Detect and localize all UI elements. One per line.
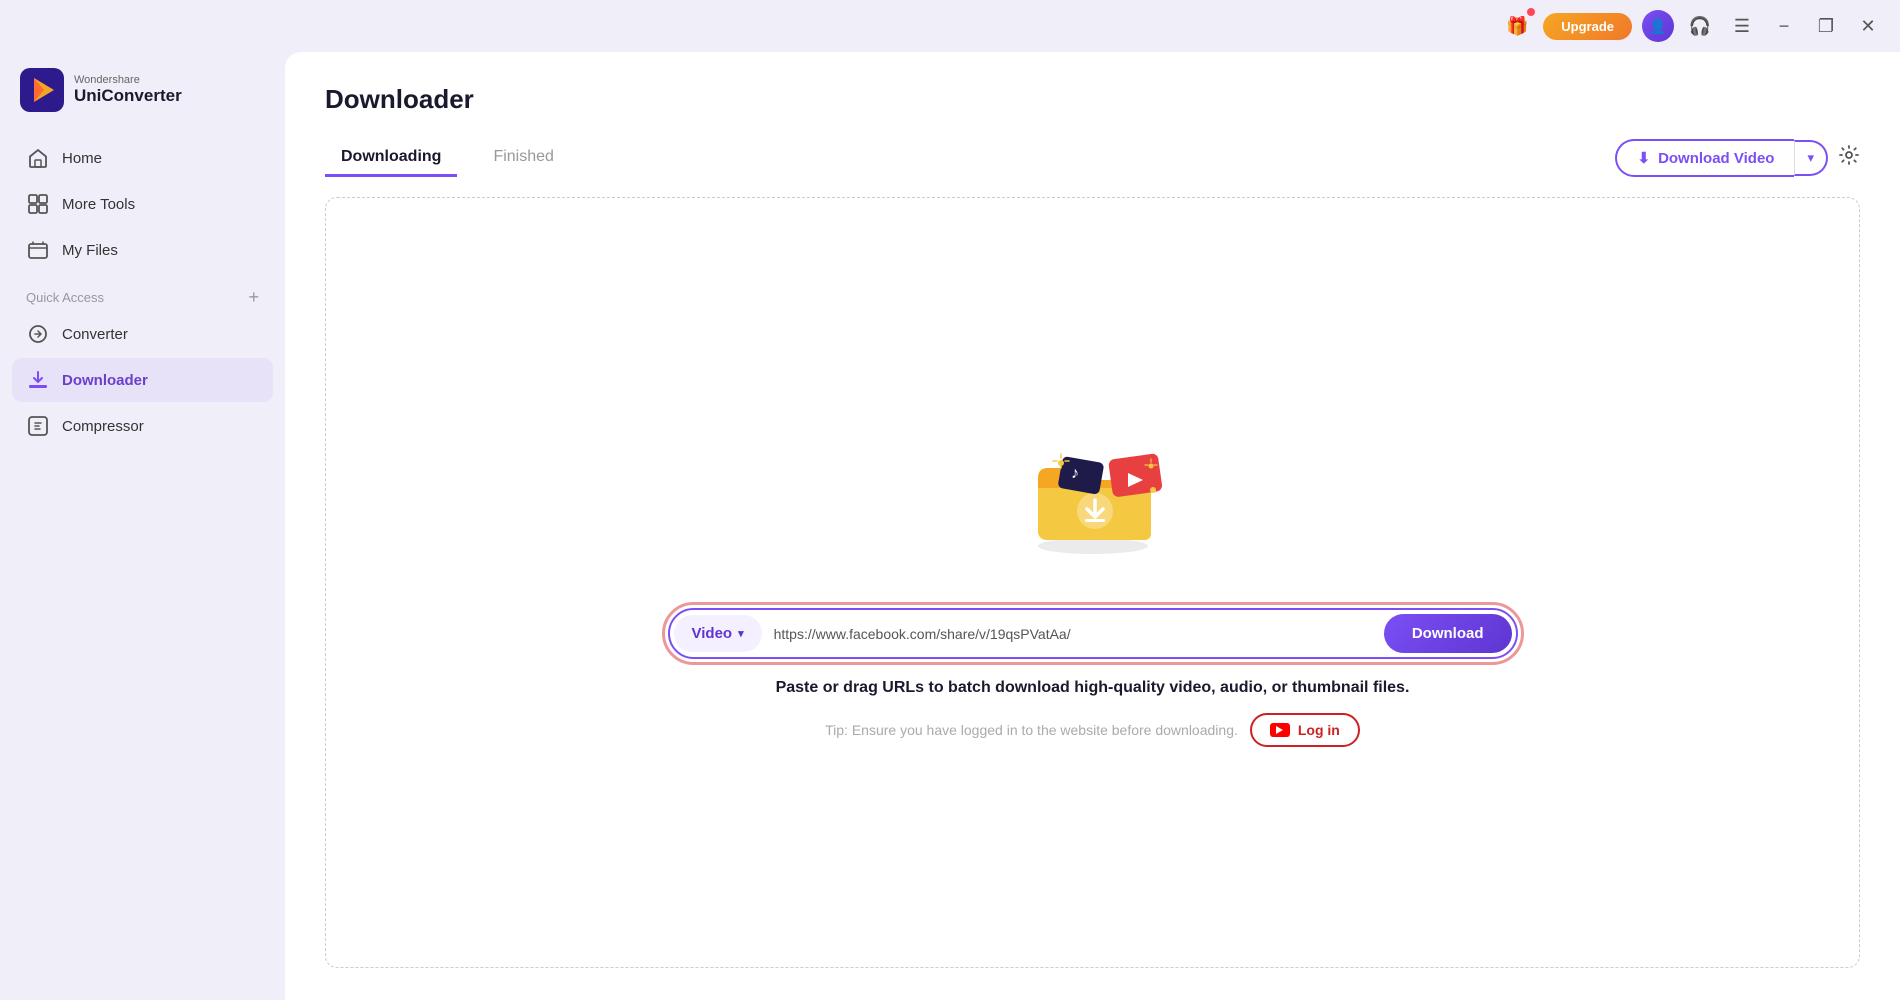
logo-text: Wondershare UniConverter bbox=[74, 74, 182, 106]
video-type-label: Video bbox=[692, 625, 733, 642]
user-avatar[interactable]: 👤 bbox=[1642, 10, 1674, 42]
youtube-play-icon bbox=[1276, 726, 1283, 734]
settings-button[interactable] bbox=[1838, 144, 1860, 172]
content-area: ♪ Video ▾ Download bbox=[325, 197, 1860, 968]
quick-access-items: Converter Downloader Com bbox=[0, 312, 285, 448]
tab-finished[interactable]: Finished bbox=[477, 140, 569, 177]
tab-downloading[interactable]: Downloading bbox=[325, 140, 457, 177]
title-bar: 🎁 Upgrade 👤 🎧 ☰ − ❐ ✕ bbox=[0, 0, 1900, 52]
gift-icon-wrap: 🎁 bbox=[1501, 10, 1533, 42]
menu-button[interactable]: ☰ bbox=[1726, 10, 1758, 42]
sidebar-item-home[interactable]: Home bbox=[12, 136, 273, 180]
main-content: Downloader Downloading Finished ⬇ Downlo… bbox=[285, 52, 1900, 1000]
compressor-icon bbox=[26, 414, 50, 438]
minimize-button[interactable]: − bbox=[1768, 10, 1800, 42]
logo-area: Wondershare UniConverter bbox=[0, 52, 285, 136]
download-button[interactable]: Download bbox=[1384, 614, 1512, 653]
illustration: ♪ bbox=[1013, 418, 1173, 578]
sidebar-item-more-tools[interactable]: More Tools bbox=[12, 182, 273, 226]
home-icon bbox=[26, 146, 50, 170]
my-files-label: My Files bbox=[62, 242, 118, 259]
download-video-btn-wrap: ⬇ Download Video ▾ bbox=[1615, 139, 1860, 177]
url-input-container: Video ▾ Download bbox=[668, 608, 1518, 659]
sidebar-item-converter[interactable]: Converter bbox=[12, 312, 273, 356]
converter-icon bbox=[26, 322, 50, 346]
tip-row: Tip: Ensure you have logged in to the we… bbox=[825, 713, 1360, 747]
youtube-icon bbox=[1270, 723, 1290, 737]
close-button[interactable]: ✕ bbox=[1852, 10, 1884, 42]
download-video-button[interactable]: ⬇ Download Video bbox=[1615, 139, 1794, 177]
downloader-icon bbox=[26, 368, 50, 392]
download-video-chevron-button[interactable]: ▾ bbox=[1794, 140, 1828, 176]
app-body: Wondershare UniConverter Home bbox=[0, 52, 1900, 1000]
quick-access-add-button[interactable]: + bbox=[248, 288, 259, 306]
app-logo-icon bbox=[20, 68, 64, 112]
upgrade-button[interactable]: Upgrade bbox=[1543, 13, 1632, 40]
logo-name: UniConverter bbox=[74, 86, 182, 106]
login-button[interactable]: Log in bbox=[1250, 713, 1360, 747]
nav-items: Home More Tools bbox=[0, 136, 285, 272]
more-tools-label: More Tools bbox=[62, 196, 135, 213]
sidebar-item-compressor[interactable]: Compressor bbox=[12, 404, 273, 448]
sidebar-item-downloader[interactable]: Downloader bbox=[12, 358, 273, 402]
gift-notification-dot bbox=[1527, 8, 1535, 16]
url-input[interactable] bbox=[766, 616, 1380, 652]
my-files-icon bbox=[26, 238, 50, 262]
tabs-row: Downloading Finished ⬇ Download Video ▾ bbox=[325, 139, 1860, 177]
svg-text:♪: ♪ bbox=[1071, 465, 1079, 482]
support-button[interactable]: 🎧 bbox=[1684, 10, 1716, 42]
more-tools-icon bbox=[26, 192, 50, 216]
quick-access-title: Quick Access bbox=[26, 290, 104, 305]
logo-brand: Wondershare bbox=[74, 74, 182, 86]
sidebar-item-my-files[interactable]: My Files bbox=[12, 228, 273, 272]
login-label: Log in bbox=[1298, 722, 1340, 738]
download-icon: ⬇ bbox=[1637, 149, 1650, 167]
illustration-svg: ♪ bbox=[1013, 418, 1173, 558]
title-bar-actions: 🎁 Upgrade 👤 🎧 ☰ − ❐ ✕ bbox=[1501, 10, 1884, 42]
tip-text: Tip: Ensure you have logged in to the we… bbox=[825, 722, 1238, 738]
paste-instructions: Paste or drag URLs to batch download hig… bbox=[776, 679, 1410, 697]
quick-access-header: Quick Access + bbox=[0, 272, 285, 312]
download-video-label: Download Video bbox=[1658, 150, 1774, 167]
sidebar: Wondershare UniConverter Home bbox=[0, 52, 285, 1000]
tabs: Downloading Finished bbox=[325, 140, 590, 177]
converter-label: Converter bbox=[62, 326, 128, 343]
downloader-label: Downloader bbox=[62, 372, 148, 389]
video-type-chevron-icon: ▾ bbox=[738, 627, 744, 640]
compressor-label: Compressor bbox=[62, 418, 144, 435]
restore-button[interactable]: ❐ bbox=[1810, 10, 1842, 42]
video-type-button[interactable]: Video ▾ bbox=[674, 615, 762, 652]
page-title: Downloader bbox=[325, 84, 1860, 115]
home-label: Home bbox=[62, 150, 102, 167]
